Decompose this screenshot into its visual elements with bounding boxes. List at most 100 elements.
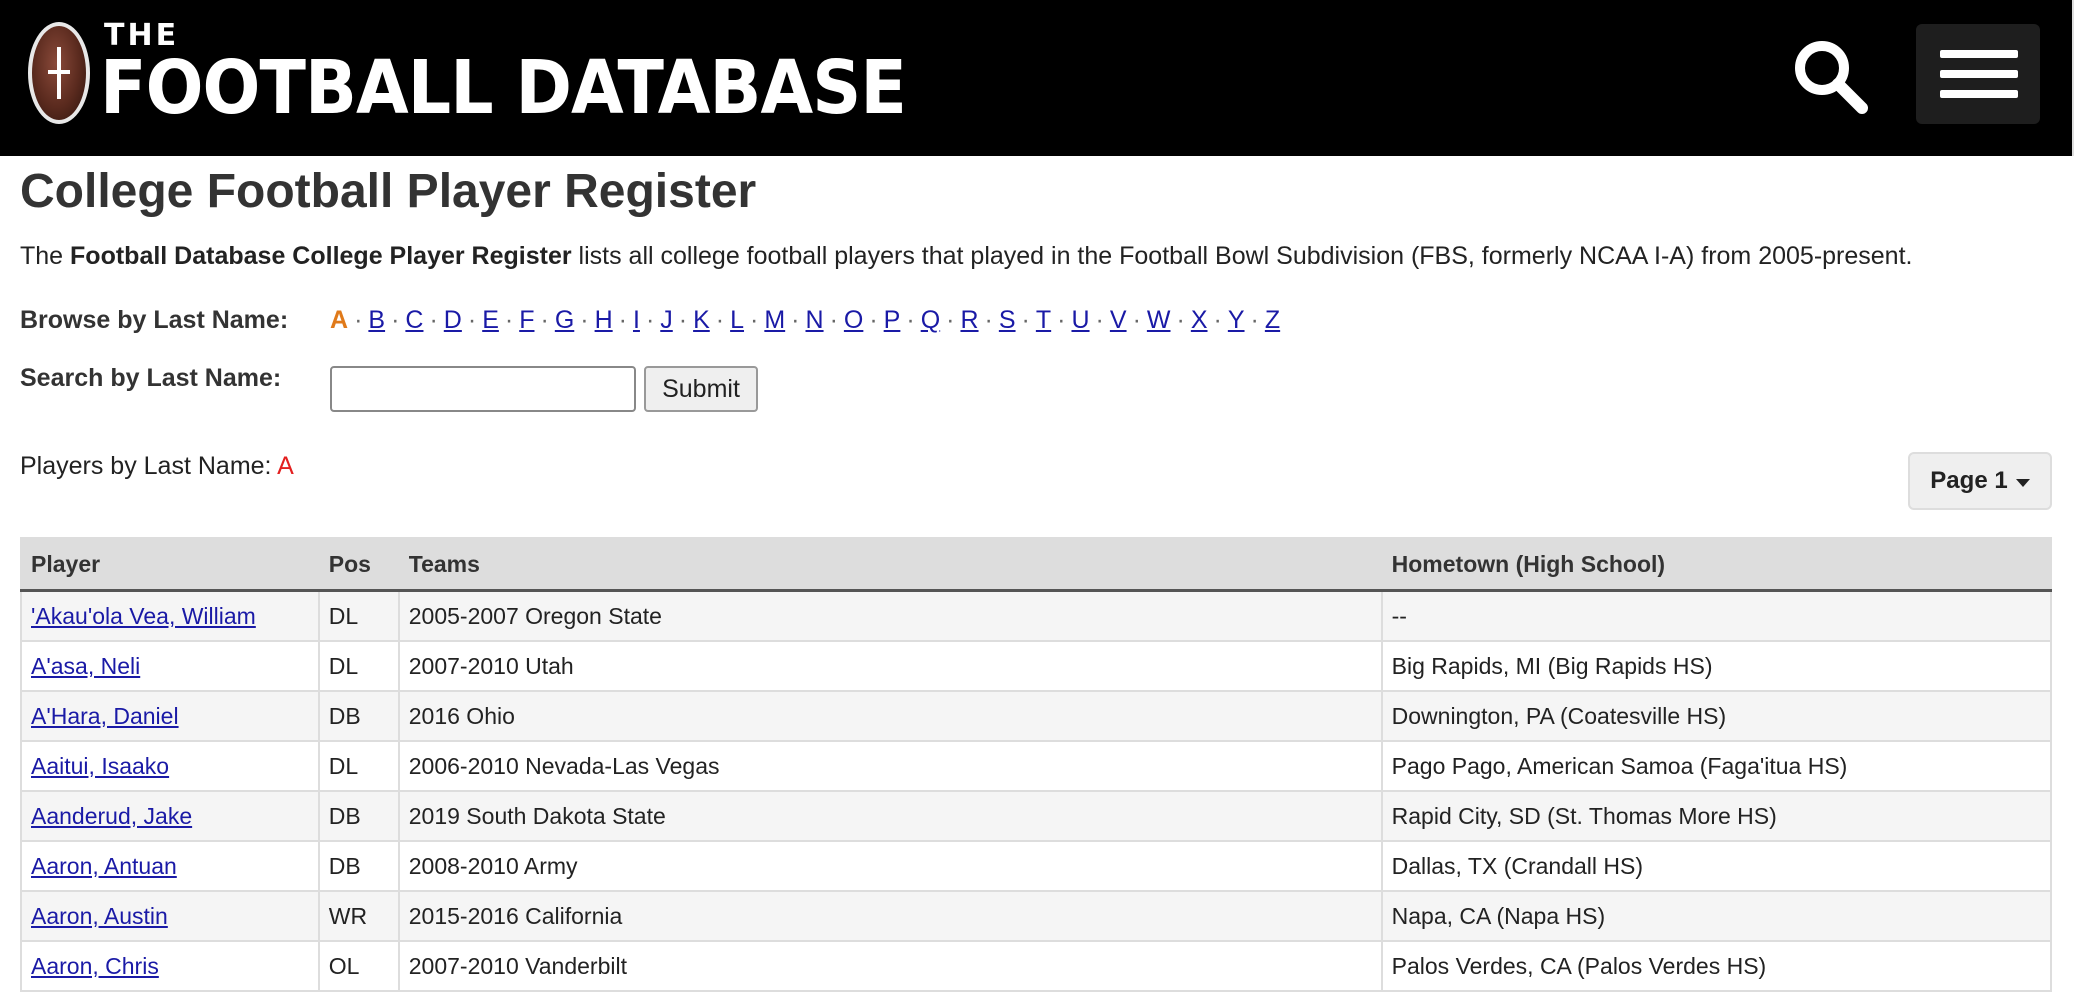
player-link[interactable]: A'asa, Neli <box>31 653 140 679</box>
letter-link-y[interactable]: Y <box>1228 306 1245 334</box>
site-header: THE FOOTBALL DATABASE <box>0 0 2074 156</box>
pos-cell: DB <box>317 790 400 842</box>
player-cell: Aaron, Austin <box>20 890 320 942</box>
letter-link-n[interactable]: N <box>806 306 824 334</box>
hometown-cell: Pago Pago, American Samoa (Faga'itua HS) <box>1380 740 2053 792</box>
pos-cell: DB <box>317 690 400 742</box>
browse-by-letter: Browse by Last Name: A · B · C · D · E · F · G · H · I · J ·… <box>20 306 1280 335</box>
letter-separator: · <box>1021 306 1030 334</box>
letter-link-k[interactable]: K <box>693 306 710 334</box>
letter-separator: · <box>678 306 688 334</box>
letter-separator: · <box>1095 306 1104 334</box>
caret-down-icon <box>2015 479 2030 487</box>
pos-cell: DL <box>317 740 400 792</box>
letter-link-g[interactable]: G <box>555 306 574 334</box>
letter-separator: · <box>750 306 759 334</box>
column-header-player[interactable]: Player <box>20 537 320 592</box>
player-cell: Aaron, Chris <box>20 940 320 992</box>
pos-cell: DL <box>317 640 400 692</box>
player-cell: Aaitui, Isaako <box>20 740 320 792</box>
letter-link-b[interactable]: B <box>368 306 385 334</box>
search-icon[interactable] <box>1790 36 1870 116</box>
letter-separator: · <box>946 306 955 334</box>
letter-link-q[interactable]: Q <box>921 306 940 334</box>
letter-link-c[interactable]: C <box>405 306 423 334</box>
browse-label: Browse by Last Name: <box>20 306 289 334</box>
intro-bold: Football Database College Player Registe… <box>70 242 572 270</box>
letter-link-u[interactable]: U <box>1071 306 1089 334</box>
letter-link-i[interactable]: I <box>633 306 640 334</box>
page-dropdown-button[interactable]: Page 1 <box>1908 452 2052 510</box>
hometown-cell: Napa, CA (Napa HS) <box>1380 890 2053 942</box>
letter-link-h[interactable]: H <box>595 306 613 334</box>
intro-suffix: lists all college football players that … <box>571 242 1913 270</box>
column-header-hometown[interactable]: Hometown (High School) <box>1380 537 2053 592</box>
table-row: A'asa, Neli DL 2007-2010 Utah Big Rapids, M… <box>20 640 2053 692</box>
letter-link-w[interactable]: W <box>1147 306 1171 334</box>
letter-separator: · <box>354 306 363 334</box>
hamburger-menu-icon[interactable] <box>1916 24 2040 124</box>
letter-separator: · <box>829 306 838 334</box>
player-link[interactable]: Aanderud, Jake <box>31 803 192 829</box>
logo-text: THE FOOTBALL DATABASE <box>100 21 976 126</box>
teams-cell: 2005-2007 Oregon State <box>397 589 1383 642</box>
pos-cell: DB <box>317 840 400 892</box>
letter-link-x[interactable]: X <box>1191 306 1208 334</box>
pos-cell: WR <box>317 890 400 942</box>
letter-separator: · <box>906 306 915 334</box>
table-row: A'Hara, Daniel DB 2016 Ohio Downington, PA … <box>20 690 2053 742</box>
letter-separator: · <box>645 306 655 334</box>
player-cell: Aaron, Antuan <box>20 840 320 892</box>
teams-cell: 2016 Ohio <box>397 690 1383 742</box>
player-link[interactable]: 'Akau'ola Vea, William <box>31 603 256 629</box>
column-header-teams[interactable]: Teams <box>397 537 1383 592</box>
players-table: Player Pos Teams Hometown (High School) … <box>20 537 2053 992</box>
teams-cell: 2007-2010 Utah <box>397 640 1383 692</box>
hometown-cell: Palos Verdes, CA (Palos Verdes HS) <box>1380 940 2053 992</box>
column-header-pos[interactable]: Pos <box>317 537 400 592</box>
letter-link-j[interactable]: J <box>660 306 673 334</box>
letter-separator: · <box>540 306 549 334</box>
letter-separator: · <box>984 306 993 334</box>
letter-link-t[interactable]: T <box>1036 306 1051 334</box>
search-label: Search by Last Name: <box>20 364 282 392</box>
player-link[interactable]: Aaron, Chris <box>31 953 159 979</box>
pos-cell: DL <box>317 589 400 642</box>
letter-separator: · <box>504 306 514 334</box>
player-link[interactable]: Aaron, Antuan <box>31 853 177 879</box>
letter-separator: · <box>715 306 725 334</box>
intro-text: The Football Database College Player Reg… <box>20 242 1912 271</box>
letter-separator: · <box>618 306 627 334</box>
player-link[interactable]: Aaron, Austin <box>31 903 168 929</box>
current-letter: A <box>330 306 349 334</box>
teams-cell: 2006-2010 Nevada-Las Vegas <box>397 740 1383 792</box>
letter-separator: · <box>1213 306 1222 334</box>
last-name-search-input[interactable] <box>330 366 636 412</box>
hometown-cell: Rapid City, SD (St. Thomas More HS) <box>1380 790 2053 842</box>
player-link[interactable]: A'Hara, Daniel <box>31 703 179 729</box>
letter-link-v[interactable]: V <box>1110 306 1127 334</box>
letter-link-r[interactable]: R <box>960 306 978 334</box>
players-by-heading: Players by Last Name: A <box>20 452 294 481</box>
player-link[interactable]: Aaitui, Isaako <box>31 753 169 779</box>
letter-separator: · <box>1250 306 1259 334</box>
letter-link-f[interactable]: F <box>519 306 534 334</box>
letter-separator: · <box>429 306 438 334</box>
letter-link-z[interactable]: Z <box>1265 306 1280 334</box>
player-cell: 'Akau'ola Vea, William <box>20 589 320 642</box>
letter-separator: · <box>580 306 589 334</box>
letter-link-s[interactable]: S <box>999 306 1016 334</box>
submit-button[interactable]: Submit <box>644 366 758 412</box>
players-by-label: Players by Last Name: <box>20 452 278 480</box>
hometown-cell: -- <box>1380 589 2053 642</box>
letter-link-d[interactable]: D <box>444 306 462 334</box>
letter-link-p[interactable]: P <box>884 306 901 334</box>
site-logo[interactable]: THE FOOTBALL DATABASE <box>28 18 976 128</box>
letter-link-e[interactable]: E <box>482 306 499 334</box>
letter-link-o[interactable]: O <box>844 306 863 334</box>
letter-separator: · <box>391 306 400 334</box>
letter-separator: · <box>1057 306 1066 334</box>
letter-separator: · <box>1132 306 1141 334</box>
letter-link-m[interactable]: M <box>764 306 785 334</box>
letter-link-l[interactable]: L <box>730 306 744 334</box>
